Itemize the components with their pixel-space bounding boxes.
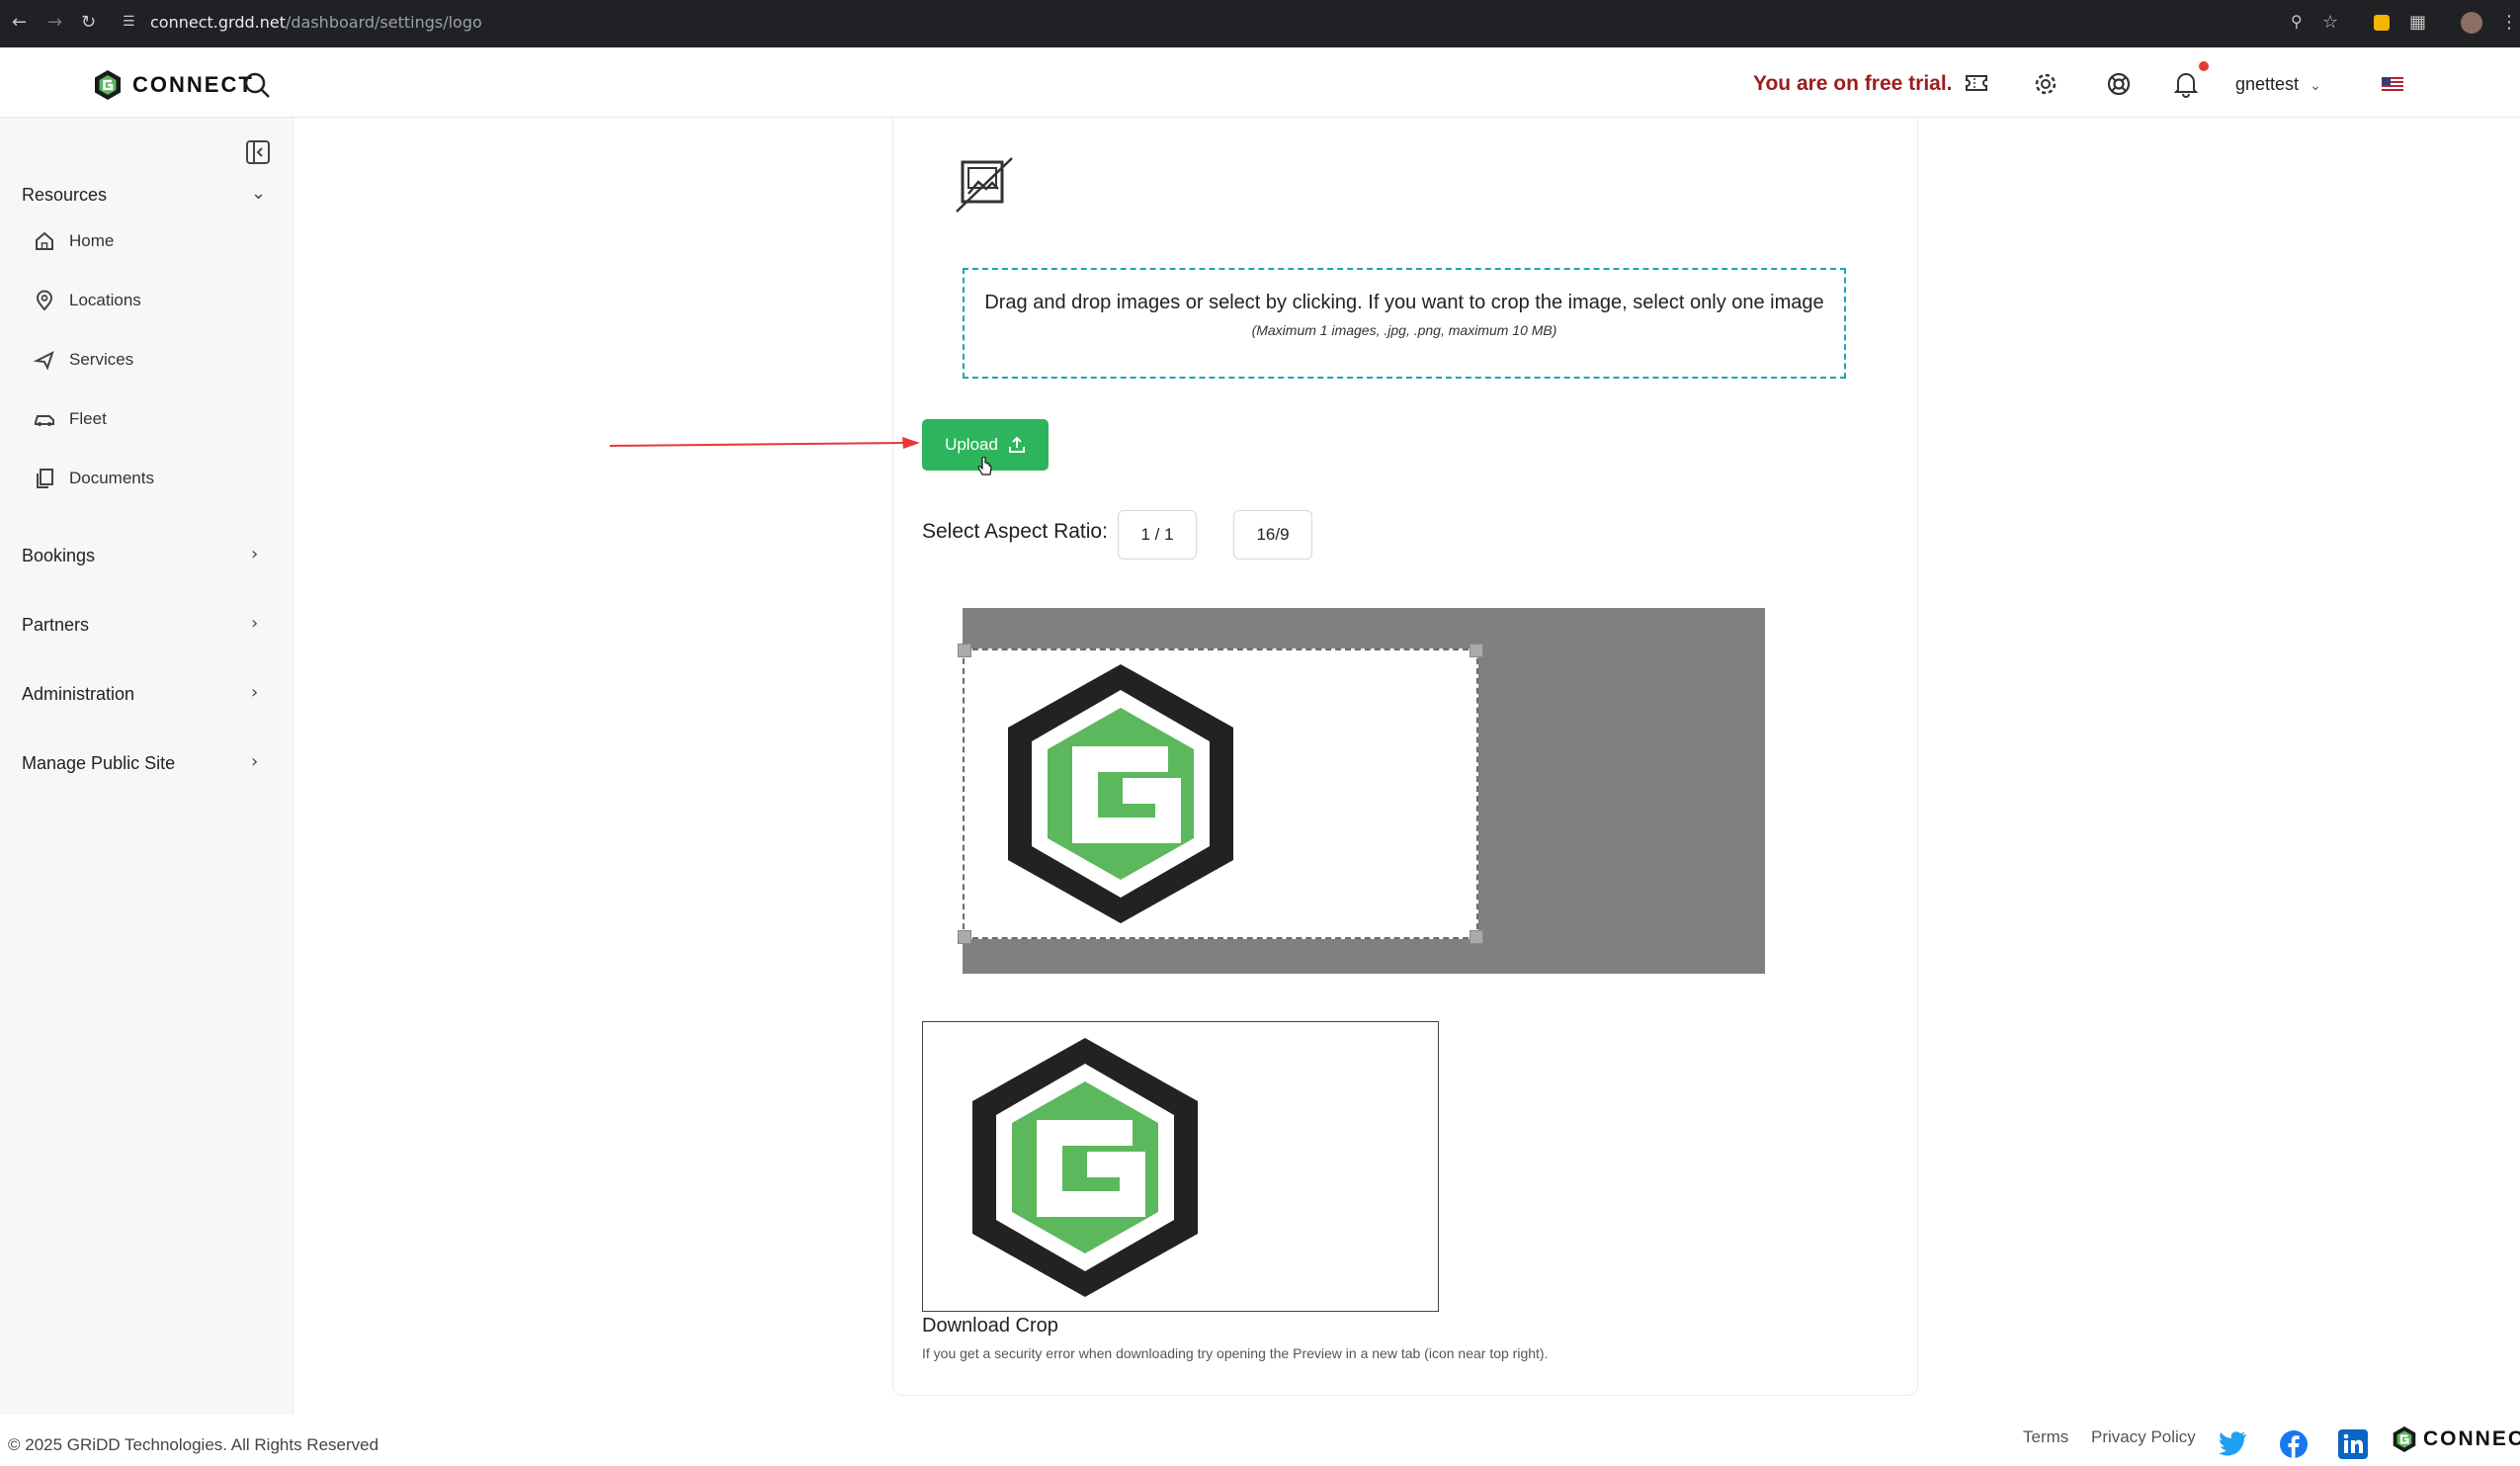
extension-icon[interactable]: [2374, 15, 2390, 31]
hand-cursor-icon: [977, 457, 992, 475]
sidebar-group-manage-public-site[interactable]: Manage Public Site: [22, 753, 175, 774]
reload-icon[interactable]: ↻: [81, 12, 96, 33]
documents-icon: [37, 469, 53, 488]
crop-handle-top-right[interactable]: [1470, 644, 1483, 657]
car-icon: [35, 415, 54, 426]
facebook-icon[interactable]: [2279, 1429, 2309, 1459]
sidebar-item-services[interactable]: Services: [34, 349, 133, 371]
sidebar-group-partners[interactable]: Partners: [22, 615, 89, 636]
back-icon[interactable]: ←: [12, 12, 27, 33]
address-bar[interactable]: connect.grdd.net/dashboard/settings/logo: [150, 13, 482, 32]
app-header: CONNECT You are on free trial. gnettest …: [0, 47, 2520, 118]
sidebar-item-label: Documents: [69, 469, 154, 487]
copyright-text: © 2025 GRiDD Technologies. All Rights Re…: [8, 1435, 379, 1454]
zoom-icon[interactable]: ⚲: [2291, 12, 2303, 31]
ratio-16-9-button[interactable]: 16/9: [1233, 510, 1312, 560]
chevron-right-icon[interactable]: ›: [251, 682, 258, 703]
notification-badge: [2199, 61, 2209, 71]
user-name: gnettest: [2235, 74, 2300, 94]
chevron-right-icon[interactable]: ›: [251, 613, 258, 634]
sidebar-group-bookings[interactable]: Bookings: [22, 546, 95, 566]
brand-name: CONNECT: [132, 72, 254, 97]
sidebar-item-locations[interactable]: Locations: [34, 290, 141, 311]
site-info-icon[interactable]: ☰: [123, 14, 135, 30]
grdd-logo-image: [1008, 664, 1233, 923]
sidebar-item-label: Services: [69, 350, 134, 369]
dropzone-instructions: Drag and drop images or select by clicki…: [984, 292, 1824, 313]
collapse-sidebar-icon[interactable]: [245, 139, 271, 165]
sidebar: Resources ⌄ Home Locations Services Flee…: [0, 118, 294, 1415]
bookmark-star-icon[interactable]: ☆: [2322, 12, 2338, 33]
profile-avatar[interactable]: [2461, 12, 2482, 34]
settings-gear-icon[interactable]: [2033, 71, 2058, 97]
crop-selection[interactable]: [958, 644, 1483, 944]
support-lifebuoy-icon[interactable]: [2106, 71, 2132, 97]
search-icon[interactable]: [243, 71, 271, 99]
sidebar-item-documents[interactable]: Documents: [34, 468, 154, 489]
free-trial-notice[interactable]: You are on free trial.: [1753, 72, 1953, 96]
chevron-right-icon[interactable]: ›: [251, 544, 258, 564]
red-annotation-arrow: [609, 437, 920, 449]
sidebar-item-label: Locations: [69, 291, 141, 309]
chevron-down-icon[interactable]: ⌄: [251, 183, 266, 204]
grdd-logo-preview-image: [972, 1038, 1198, 1297]
notifications-bell-icon[interactable]: [2173, 70, 2199, 98]
download-crop-link[interactable]: Download Crop: [922, 1315, 1058, 1337]
brand-logo[interactable]: CONNECT: [93, 69, 254, 101]
twitter-icon[interactable]: [2219, 1430, 2248, 1456]
url-path: /dashboard/settings/logo: [285, 13, 482, 32]
url-host: connect.grdd.net: [150, 13, 286, 32]
chevron-down-icon: ⌄: [2310, 77, 2321, 93]
privacy-policy-link[interactable]: Privacy Policy: [2091, 1427, 2196, 1447]
map-pin-icon: [36, 290, 53, 311]
footer-brand-name: CONNECT: [2423, 1427, 2520, 1450]
us-flag-icon[interactable]: [2382, 77, 2403, 91]
forward-icon[interactable]: →: [47, 12, 62, 33]
ticket-icon[interactable]: [1965, 72, 1988, 94]
terms-link[interactable]: Terms: [2023, 1427, 2068, 1447]
linkedin-icon[interactable]: [2338, 1429, 2368, 1459]
image-dropzone[interactable]: Drag and drop images or select by clicki…: [963, 268, 1846, 379]
sidebar-item-label: Fleet: [69, 409, 107, 428]
no-image-icon: [956, 157, 1013, 213]
browser-toolbar: ← → ↻ ☰ connect.grdd.net/dashboard/setti…: [0, 0, 2520, 47]
footer-brand-logo[interactable]: CONNECT: [2392, 1425, 2520, 1453]
chevron-right-icon[interactable]: ›: [251, 751, 258, 772]
crop-handle-bottom-right[interactable]: [1470, 930, 1483, 944]
sidebar-group-administration[interactable]: Administration: [22, 684, 134, 705]
upload-icon: [1008, 436, 1025, 453]
browser-menu-icon[interactable]: ⋮: [2500, 12, 2518, 33]
ratio-1-1-button[interactable]: 1 / 1: [1118, 510, 1197, 560]
plane-icon: [34, 351, 54, 371]
download-security-note: If you get a security error when downloa…: [922, 1345, 1549, 1361]
upload-button-label: Upload: [945, 435, 998, 454]
user-menu[interactable]: gnettest ⌄: [2235, 74, 2321, 95]
sidebar-group-resources[interactable]: Resources: [22, 185, 107, 206]
extensions-puzzle-icon[interactable]: ▦: [2409, 12, 2426, 33]
crop-handle-top-left[interactable]: [958, 644, 971, 657]
connect-logo-icon: [95, 70, 121, 100]
connect-logo-icon: [2393, 1426, 2416, 1452]
sidebar-item-fleet[interactable]: Fleet: [34, 408, 107, 430]
sidebar-item-home[interactable]: Home: [34, 230, 114, 252]
aspect-ratio-label: Select Aspect Ratio:: [922, 520, 1108, 543]
home-icon: [36, 231, 53, 250]
sidebar-item-label: Home: [69, 231, 115, 250]
crop-preview: [922, 1021, 1439, 1312]
dropzone-limits-hint: (Maximum 1 images, .jpg, .png, maximum 1…: [1251, 322, 1557, 338]
crop-handle-bottom-left[interactable]: [958, 930, 971, 944]
